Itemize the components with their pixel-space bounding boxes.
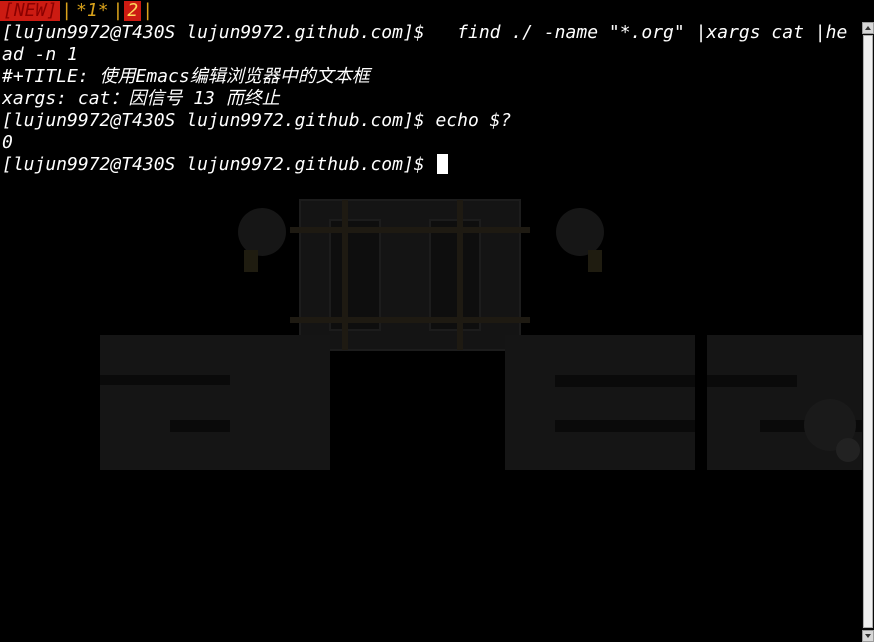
down-arrow-icon[interactable] [862, 630, 874, 642]
tab-separator: | [112, 0, 124, 21]
tab-bar: [NEW] | *1* | 2 | [0, 0, 154, 22]
text-cursor [437, 154, 449, 174]
tab-new[interactable]: [NEW] [0, 1, 61, 21]
tab-separator: | [61, 0, 73, 21]
background-wallpaper [100, 199, 862, 470]
tab-separator: | [142, 0, 154, 21]
scrollbar-thumb[interactable] [863, 35, 873, 628]
command-line: [lujun9972@T430S lujun9972.github.com]$ … [2, 22, 848, 43]
terminal-output[interactable]: [lujun9972@T430S lujun9972.github.com]$ … [2, 22, 858, 176]
tab-2[interactable]: 2 [124, 1, 142, 21]
up-arrow-icon[interactable] [862, 22, 874, 34]
command-line: [lujun9972@T430S lujun9972.github.com]$ … [2, 110, 512, 131]
prompt: [lujun9972@T430S lujun9972.github.com]$ [2, 154, 436, 175]
output-line: 0 [2, 132, 13, 153]
tab-current[interactable]: *1* [73, 1, 112, 21]
vertical-scrollbar[interactable] [862, 22, 874, 642]
command-line-wrap: ad -n 1 [2, 44, 78, 65]
current-prompt-line[interactable]: [lujun9972@T430S lujun9972.github.com]$ [2, 154, 858, 176]
error-line: xargs: cat：因信号 13 而终止 [2, 88, 280, 109]
output-line: #+TITLE: 使用Emacs编辑浏览器中的文本框 [2, 66, 370, 87]
